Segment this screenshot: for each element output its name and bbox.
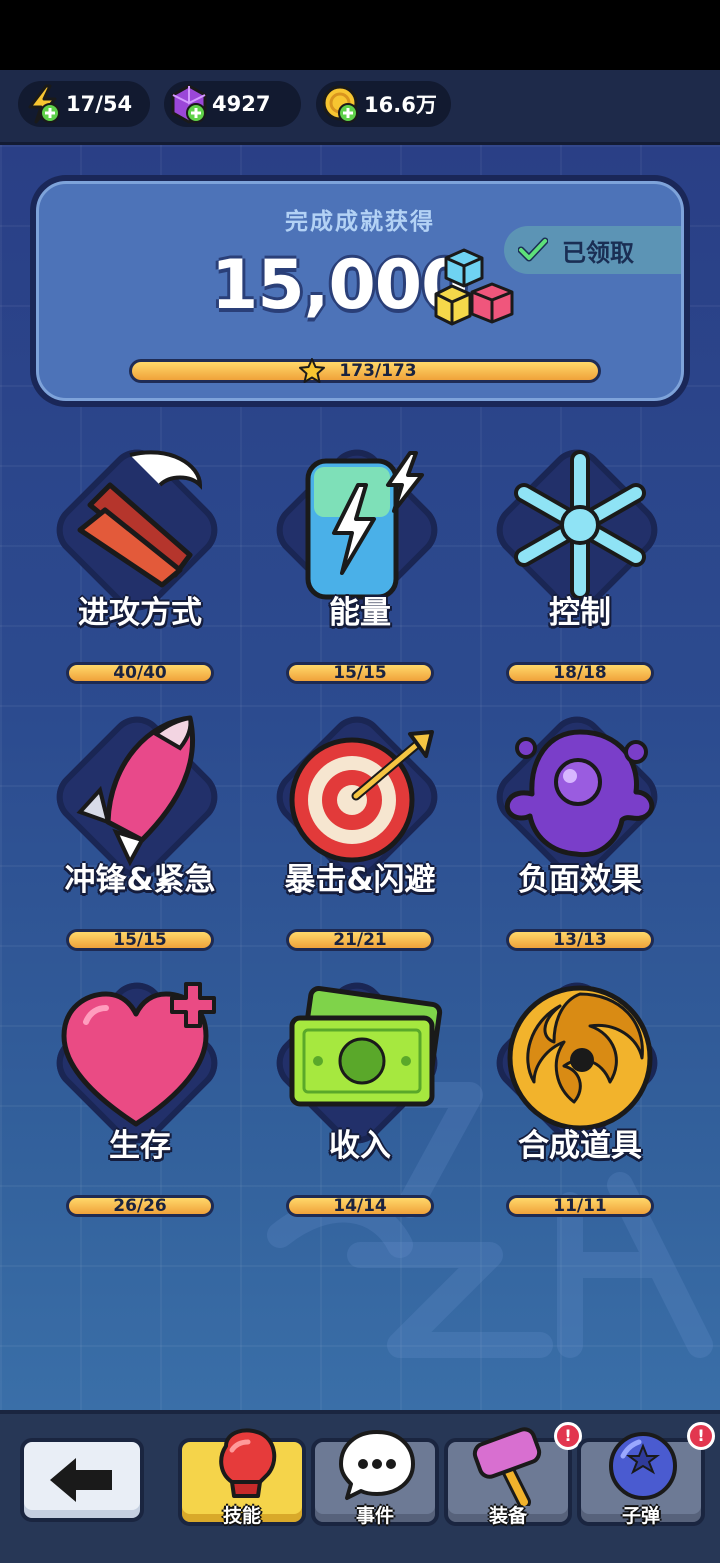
gem-counter[interactable]: 4927 — [164, 81, 301, 127]
heart-plus-icon — [61, 982, 216, 1127]
category-label: 合成道具 — [518, 1128, 642, 1164]
add-coin-icon[interactable] — [338, 103, 358, 123]
poison-blob-icon — [504, 729, 655, 858]
target-arrow-icon — [289, 730, 434, 863]
tab-events[interactable]: 事件 — [311, 1430, 439, 1527]
tab-bullets[interactable]: ! 子弹 — [577, 1422, 715, 1527]
crossed-swords-icon — [77, 450, 203, 588]
bottom-navigation: 技能 事件 ! 装备 ! 子弹 — [0, 1410, 720, 1563]
category-income[interactable]: 收入 14/14 — [250, 971, 470, 1228]
category-progress-bar: 18/18 — [506, 662, 654, 684]
resource-bar: 17/54 4927 16.6万 — [0, 70, 720, 145]
category-label: 能量 — [329, 595, 391, 631]
category-progress-bar: 11/11 — [506, 1195, 654, 1217]
category-progress-bar: 14/14 — [286, 1195, 434, 1217]
achievement-reward-panel: 完成成就获得 已领取 15,000 173/173 — [30, 175, 690, 407]
check-icon — [518, 237, 548, 262]
vortex-icon — [507, 985, 653, 1131]
chat-bubble-icon — [339, 1430, 415, 1500]
rocket-icon — [76, 715, 196, 867]
category-progress-bar: 13/13 — [506, 929, 654, 951]
category-merge-items[interactable]: 合成道具 11/11 — [470, 971, 690, 1228]
coin-value: 16.6万 — [364, 93, 437, 117]
reward-amount: 15,000 — [211, 246, 468, 325]
blueberry-icon — [609, 1432, 677, 1500]
category-progress-bar: 26/26 — [66, 1195, 214, 1217]
tab-equipment[interactable]: ! 装备 — [444, 1422, 582, 1527]
category-attack-mode[interactable]: 进攻方式 40/40 — [30, 438, 250, 695]
category-debuff[interactable]: 负面效果 13/13 — [470, 705, 690, 962]
category-label: 生存 — [109, 1128, 171, 1164]
category-energy[interactable]: 能量 15/15 — [250, 438, 470, 695]
energy-value: 17/54 — [66, 92, 133, 116]
tab-skills[interactable]: 技能 — [178, 1428, 306, 1527]
add-energy-icon[interactable] — [40, 103, 60, 123]
coin-counter[interactable]: 16.6万 — [316, 81, 451, 127]
tab-label: 技能 — [222, 1505, 261, 1527]
achievement-screen: 完成成就获得 已领取 15,000 173/173 进攻方式 40/40 能量 … — [0, 145, 720, 1410]
category-progress-bar: 15/15 — [66, 929, 214, 951]
category-label: 冲锋&紧急 — [64, 862, 216, 898]
achievement-progress-text: 173/173 — [339, 361, 417, 381]
back-arrow-icon — [50, 1458, 112, 1502]
battery-lightning-icon — [305, 451, 424, 600]
category-progress-bar: 21/21 — [286, 929, 434, 951]
gem-value: 4927 — [212, 92, 271, 116]
category-label: 负面效果 — [518, 862, 642, 898]
cash-icon — [289, 985, 443, 1107]
category-crit-dodge[interactable]: 暴击&闪避 21/21 — [250, 705, 470, 962]
category-charge-emergency[interactable]: 冲锋&紧急 15/15 — [30, 705, 250, 962]
claimed-label: 已领取 — [562, 238, 634, 267]
claimed-badge: 已领取 — [504, 226, 681, 274]
category-progress-bar: 15/15 — [286, 662, 434, 684]
category-control[interactable]: 控制 18/18 — [470, 438, 690, 695]
category-label: 收入 — [329, 1128, 391, 1164]
category-progress-bar: 40/40 — [66, 662, 214, 684]
hammer-icon — [472, 1427, 542, 1506]
tab-label: 子弹 — [621, 1505, 660, 1527]
add-gem-icon[interactable] — [186, 103, 206, 123]
achievement-progress-bar: 173/173 — [129, 358, 601, 383]
status-bar — [0, 0, 720, 70]
cubes-icon — [434, 248, 514, 326]
category-label: 控制 — [549, 595, 611, 631]
back-button[interactable] — [20, 1438, 144, 1522]
tab-label: 事件 — [355, 1505, 394, 1527]
tab-label: 装备 — [488, 1505, 527, 1527]
alert-badge: ! — [687, 1422, 715, 1450]
snowflake-icon — [514, 450, 646, 600]
boxing-glove-icon — [219, 1428, 277, 1498]
category-survival[interactable]: 生存 26/26 — [30, 971, 250, 1228]
energy-counter[interactable]: 17/54 — [18, 81, 150, 127]
category-label: 暴击&闪避 — [284, 862, 436, 898]
category-label: 进攻方式 — [78, 595, 202, 631]
